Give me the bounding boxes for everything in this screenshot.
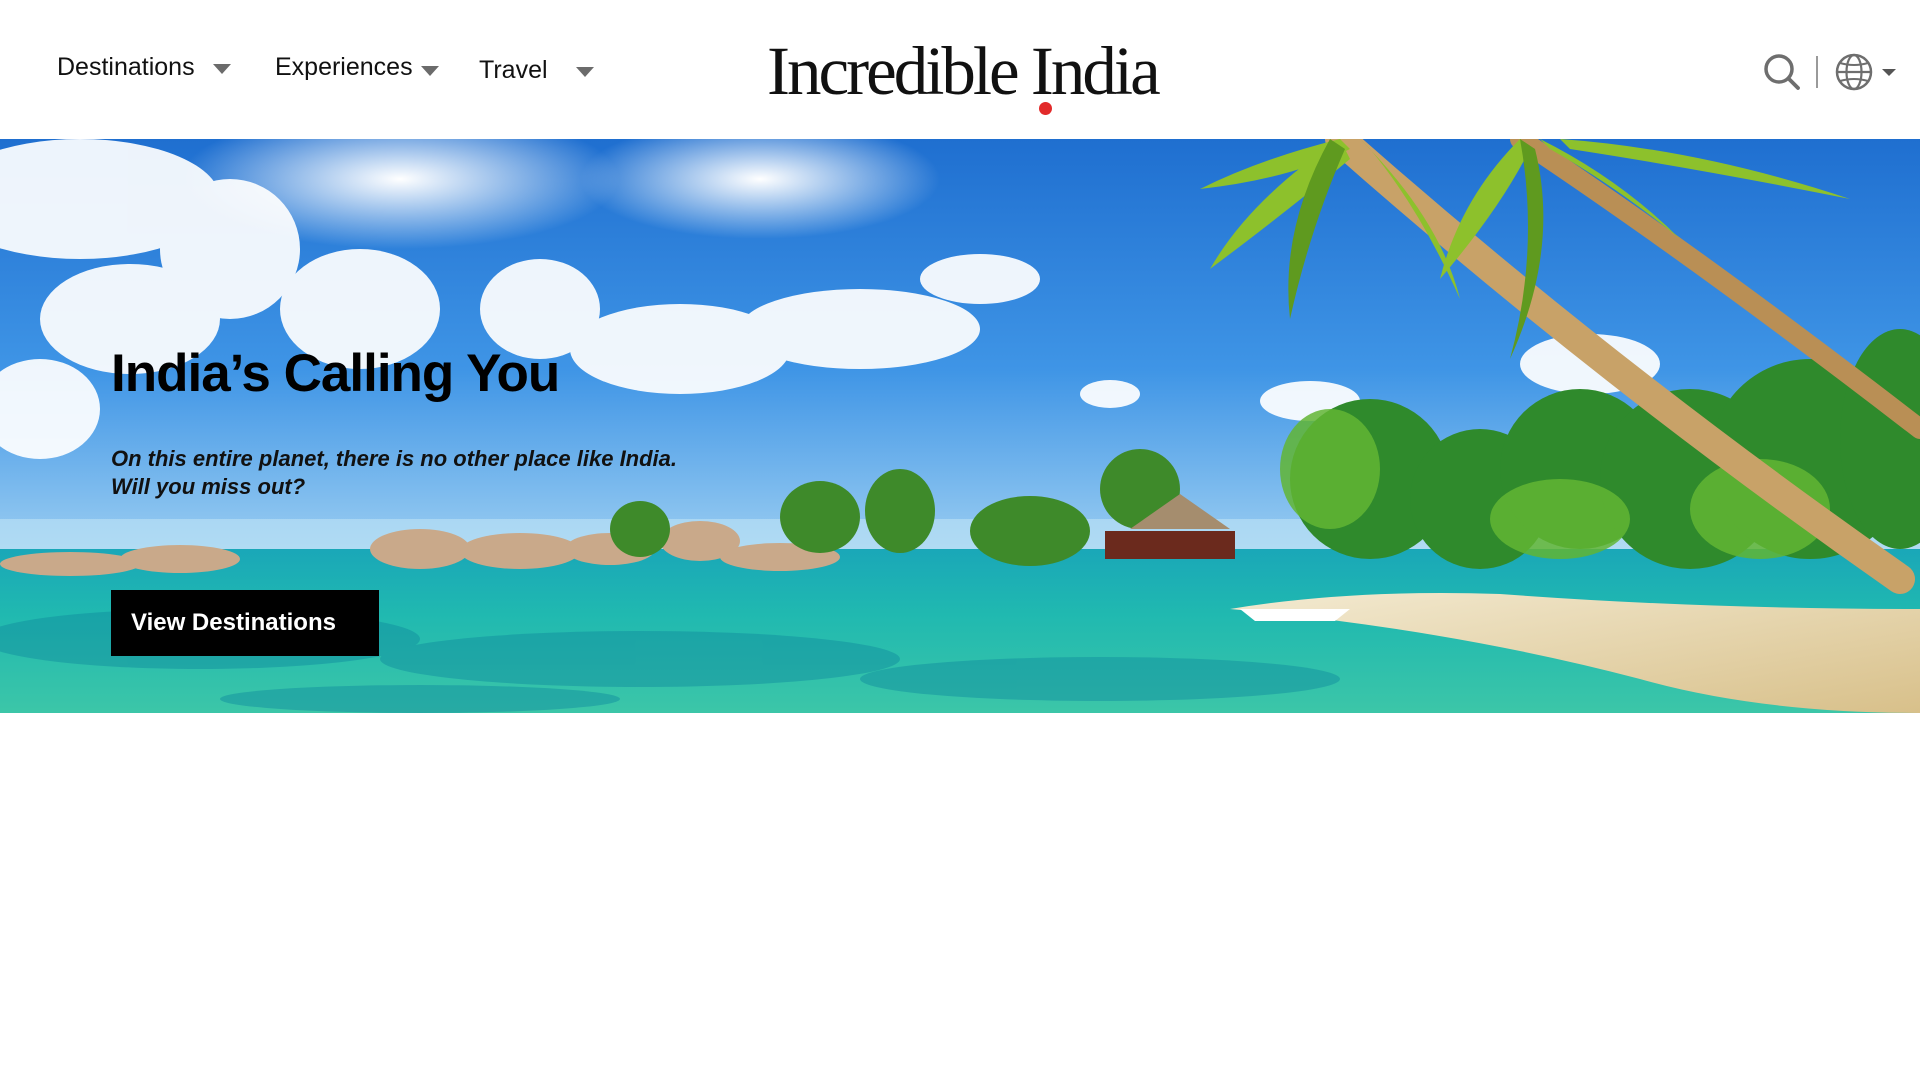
nav-experiences[interactable]: Experiences [275,53,479,82]
globe-icon [1835,53,1873,91]
header-tools [1762,52,1896,92]
logo-accent-dot [1039,102,1052,115]
nav-destinations[interactable]: Destinations [57,53,275,82]
site-header: Destinations Experiences Travel Incredib… [0,0,1920,139]
nav-travel[interactable]: Travel [479,56,594,85]
search-icon [1764,54,1800,90]
chevron-down-icon [1882,68,1896,76]
chevron-down-icon [212,63,231,74]
nav-destinations-label: Destinations [57,53,195,81]
language-selector[interactable] [1834,52,1896,92]
logo-text: Incredible India [767,33,1161,109]
nav-travel-label: Travel [479,56,548,84]
search-button[interactable] [1762,52,1802,92]
chevron-down-icon [575,66,594,77]
hero-subtitle-line2: Will you miss out? [111,474,306,499]
hero-title: India’s Calling You [111,344,560,403]
header-divider [1816,56,1818,88]
hero-subtitle: On this entire planet, there is no other… [111,445,677,501]
hero-banner: India’s Calling You On this entire plane… [0,139,1920,713]
hero-subtitle-line1: On this entire planet, there is no other… [111,446,678,471]
chevron-down-icon [420,65,439,76]
nav-experiences-label: Experiences [275,53,413,81]
site-logo[interactable]: Incredible India [767,33,1161,115]
main-nav: Destinations Experiences Travel [57,50,594,85]
view-destinations-button[interactable]: View Destinations [111,590,379,656]
